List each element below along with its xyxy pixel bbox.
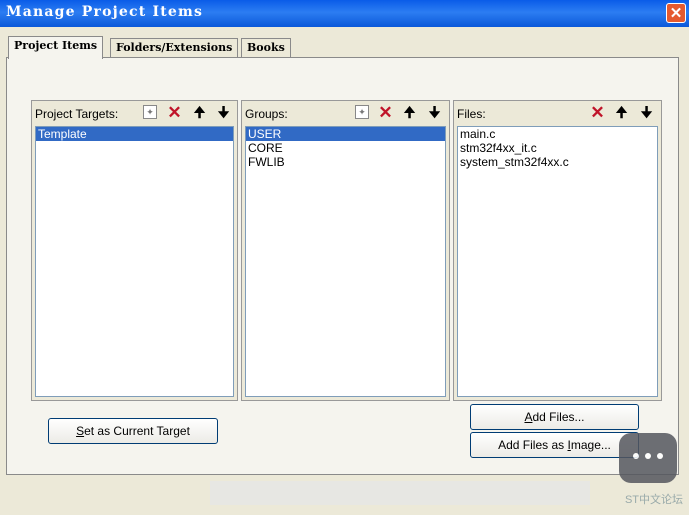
- list-item[interactable]: stm32f4xx_it.c: [458, 141, 657, 155]
- list-item[interactable]: FWLIB: [246, 155, 445, 169]
- move-file-up-button[interactable]: 🠉: [612, 103, 631, 122]
- delete-target-button[interactable]: ✕: [165, 103, 184, 122]
- set-as-current-target-button[interactable]: Set as Current Target: [48, 418, 218, 444]
- add-files-button[interactable]: Add Files...: [470, 404, 639, 430]
- delete-icon: ✕: [167, 103, 182, 122]
- files-list[interactable]: main.c stm32f4xx_it.c system_stm32f4xx.c: [457, 126, 658, 397]
- move-group-up-button[interactable]: 🠉: [400, 103, 419, 122]
- tab-books[interactable]: Books: [241, 38, 291, 58]
- new-target-button[interactable]: ✦: [143, 105, 157, 119]
- close-button[interactable]: ✕: [666, 3, 686, 23]
- move-group-down-button[interactable]: 🠋: [425, 103, 444, 122]
- groups-list[interactable]: USER CORE FWLIB: [245, 126, 446, 397]
- groups-group: Groups: ✦ ✕ 🠉 🠋 USER CORE FWLIB: [241, 100, 450, 401]
- move-up-icon: 🠉: [615, 104, 628, 120]
- files-label: Files:: [457, 107, 486, 121]
- list-item[interactable]: system_stm32f4xx.c: [458, 155, 657, 169]
- project-targets-label: Project Targets:: [35, 107, 119, 121]
- new-icon: ✦: [146, 107, 154, 117]
- groups-label: Groups:: [245, 107, 288, 121]
- delete-icon: ✕: [590, 103, 605, 122]
- window-title: Manage Project Items: [6, 4, 204, 20]
- list-item[interactable]: Template: [36, 127, 233, 141]
- list-item[interactable]: main.c: [458, 127, 657, 141]
- tab-folders-extensions[interactable]: Folders/Extensions: [110, 38, 239, 58]
- delete-icon: ✕: [378, 103, 393, 122]
- new-icon: ✦: [358, 107, 366, 117]
- project-targets-list[interactable]: Template: [35, 126, 234, 397]
- delete-group-button[interactable]: ✕: [376, 103, 395, 122]
- move-up-icon: 🠉: [403, 104, 416, 120]
- delete-file-button[interactable]: ✕: [588, 103, 607, 122]
- move-target-up-button[interactable]: 🠉: [190, 103, 209, 122]
- title-bar: Manage Project Items ✕: [0, 0, 689, 27]
- watermark: ST中文论坛: [624, 494, 683, 506]
- move-up-icon: 🠉: [193, 104, 206, 120]
- project-targets-group: Project Targets: ✦ ✕ 🠉 🠋 Template: [31, 100, 238, 401]
- move-down-icon: 🠋: [640, 104, 653, 120]
- chat-bubble-icon: [619, 433, 677, 483]
- tab-project-items[interactable]: Project Items: [8, 36, 104, 59]
- add-files-as-image-button[interactable]: Add Files as Image...: [470, 432, 639, 458]
- close-icon: ✕: [669, 5, 683, 22]
- new-group-button[interactable]: ✦: [355, 105, 369, 119]
- list-item[interactable]: USER: [246, 127, 445, 141]
- files-group: Files: ✕ 🠉 🠋 main.c stm32f4xx_it.c syste…: [453, 100, 662, 401]
- move-file-down-button[interactable]: 🠋: [637, 103, 656, 122]
- obscured-dialog-buttons: [210, 481, 590, 505]
- move-target-down-button[interactable]: 🠋: [214, 103, 233, 122]
- move-down-icon: 🠋: [217, 104, 230, 120]
- list-item[interactable]: CORE: [246, 141, 445, 155]
- move-down-icon: 🠋: [428, 104, 441, 120]
